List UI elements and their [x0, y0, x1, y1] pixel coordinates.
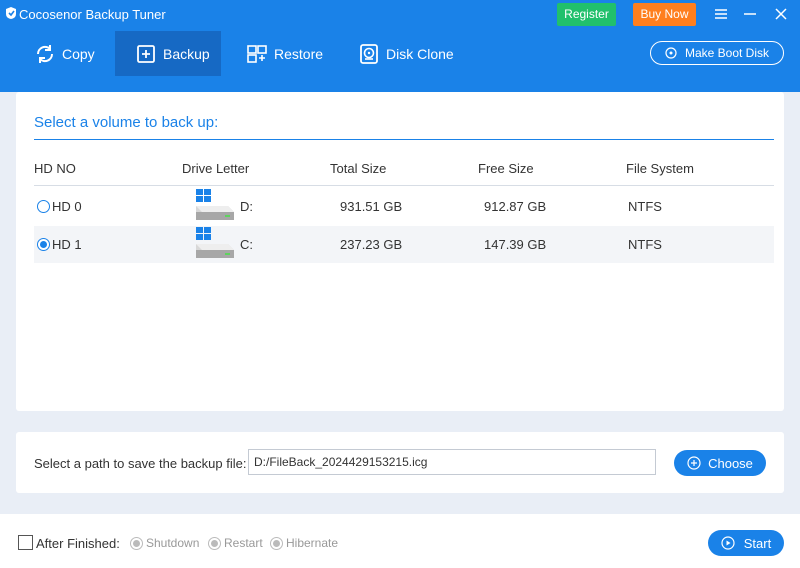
menu-icon[interactable]	[712, 5, 730, 23]
volume-section-title: Select a volume to back up:	[34, 114, 219, 131]
option-label: Restart	[224, 536, 263, 550]
drive-letter: C:	[240, 237, 253, 252]
footer-bar: After Finished: Shutdown Restart Hiberna…	[0, 514, 800, 568]
row-radio[interactable]	[37, 238, 50, 251]
total-size: 237.23 GB	[340, 237, 403, 252]
windows-drive-icon	[196, 227, 234, 258]
tab-restore-label: Restore	[274, 45, 324, 62]
start-button[interactable]: Start	[708, 530, 784, 556]
tab-copy-label: Copy	[62, 45, 95, 62]
disk-clone-icon	[360, 43, 378, 64]
file-system: NTFS	[628, 199, 662, 214]
free-size: 912.87 GB	[484, 199, 547, 214]
start-label: Start	[743, 535, 772, 551]
windows-drive-icon	[196, 189, 234, 220]
volume-panel: Select a volume to back up: HD NO Drive …	[16, 92, 784, 411]
restart-option[interactable]: Restart	[208, 536, 263, 550]
app-header: Cocosenor Backup Tuner Register Buy Now …	[0, 0, 800, 92]
disc-icon	[665, 47, 677, 59]
after-finished-checkbox[interactable]	[18, 535, 33, 550]
backup-icon	[137, 44, 155, 63]
copy-icon	[36, 44, 54, 63]
column-header-free-size: Free Size	[478, 161, 534, 176]
register-button[interactable]: Register	[557, 3, 616, 26]
tab-copy[interactable]: Copy	[26, 31, 110, 76]
backup-path-panel: Select a path to save the backup file: C…	[16, 432, 784, 493]
after-finished-label: After Finished:	[36, 536, 120, 551]
app-logo-icon	[6, 7, 16, 19]
close-icon[interactable]	[772, 5, 790, 23]
restore-icon	[247, 44, 267, 63]
option-radio	[130, 536, 143, 550]
divider	[34, 185, 774, 186]
column-header-drive-letter: Drive Letter	[182, 161, 250, 176]
make-boot-disk-button[interactable]: Make Boot Disk	[650, 41, 784, 65]
buy-now-button[interactable]: Buy Now	[633, 3, 696, 26]
tab-backup-label: Backup	[163, 45, 210, 62]
tab-disk-clone[interactable]: Disk Clone	[352, 31, 462, 76]
path-label: Select a path to save the backup file:	[34, 456, 247, 471]
table-row[interactable]: HD 0 D: 931.51 GB 912.87 GB NTFS	[34, 188, 774, 225]
option-radio	[270, 536, 283, 550]
column-header-hd-no: HD NO	[34, 161, 76, 176]
column-header-total-size: Total Size	[330, 161, 387, 176]
table-row[interactable]: HD 1 C: 237.23 GB 147.39 GB NTFS	[34, 226, 774, 263]
row-radio[interactable]	[37, 200, 50, 213]
minimize-icon[interactable]	[741, 5, 759, 23]
choose-label: Choose	[708, 455, 753, 471]
tab-backup[interactable]: Backup	[115, 31, 221, 76]
drive-letter: D:	[240, 199, 253, 214]
hd-number: HD 0	[52, 199, 82, 214]
option-radio	[208, 536, 221, 550]
play-circle-icon	[721, 536, 735, 550]
hd-number: HD 1	[52, 237, 82, 252]
tab-disk-clone-label: Disk Clone	[386, 45, 454, 62]
total-size: 931.51 GB	[340, 199, 403, 214]
backup-path-input[interactable]	[248, 449, 656, 475]
option-label: Hibernate	[286, 536, 339, 550]
file-system: NTFS	[628, 237, 662, 252]
column-header-file-system: File System	[626, 161, 694, 176]
make-boot-disk-label: Make Boot Disk	[684, 46, 770, 60]
divider	[34, 139, 774, 140]
free-size: 147.39 GB	[484, 237, 547, 252]
shutdown-option[interactable]: Shutdown	[130, 536, 199, 550]
title-bar: Cocosenor Backup Tuner Register Buy Now	[0, 0, 800, 30]
app-title: Cocosenor Backup Tuner	[19, 7, 166, 22]
option-label: Shutdown	[146, 536, 200, 550]
add-circle-icon	[687, 456, 701, 470]
choose-button[interactable]: Choose	[674, 450, 766, 476]
tab-restore[interactable]: Restore	[240, 31, 336, 76]
hibernate-option[interactable]: Hibernate	[270, 536, 338, 550]
